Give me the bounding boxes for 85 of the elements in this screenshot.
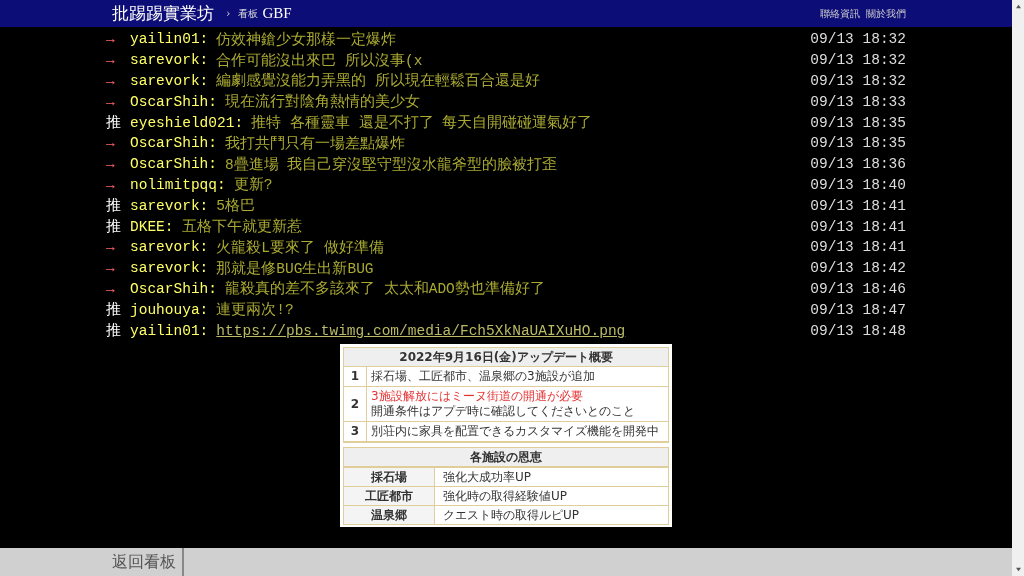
table-cell: 3 (344, 421, 367, 441)
push-user: OscarShih: (130, 280, 217, 297)
table-cell-text: 強化大成功率UP (442, 468, 532, 486)
push-user: sarevork: (130, 197, 209, 214)
push-tag: → (106, 239, 130, 256)
push-content: 合作可能沒出來巴 所以沒事(x (216, 51, 423, 70)
table-cell-text: 別荘内に家具を配置できるカスタマイズ機能を開発中 (371, 423, 659, 439)
push-time: 09/13 18:33 (810, 93, 906, 110)
push-user: sarevork: (130, 260, 209, 277)
push-content: 那就是修BUG生出新BUG (216, 259, 374, 278)
push-time: 09/13 18:32 (810, 31, 906, 48)
table-cell: 2 (344, 386, 367, 421)
push-tag: → (106, 176, 130, 193)
push-content: 五格下午就更新惹 (181, 217, 302, 237)
back-to-board-link[interactable]: 返回看板 (106, 548, 184, 576)
scrollbar[interactable] (1012, 0, 1024, 576)
table-cell: 温泉郷 (344, 505, 435, 524)
push-user: nolimitpqq: (130, 176, 226, 193)
table-cell-text: 3施設解放にはミーヌ街道の開通が必要 (371, 388, 584, 404)
push-user: DKEE: (130, 218, 174, 235)
header-link[interactable]: 關於我們 (866, 6, 906, 21)
table-title: 2022年9月16日(金)アップデート概要 (344, 347, 668, 367)
push-time: 09/13 18:42 (810, 260, 906, 277)
scroll-up-icon[interactable] (1014, 4, 1022, 9)
push-tag: → (106, 156, 130, 173)
push-tag: → (106, 93, 130, 110)
push-content: 5格巴 (216, 197, 256, 216)
push-time: 09/13 18:48 (810, 322, 906, 339)
push-tag: → (106, 31, 130, 48)
push-user: OscarShih: (130, 93, 217, 110)
push-time: 09/13 18:40 (810, 176, 906, 193)
push-tag: 推 (106, 300, 130, 320)
push-tag: → (106, 135, 130, 152)
board-label: 看板 (238, 6, 259, 21)
push-content: 連更兩次!? (216, 301, 294, 320)
push-user: sarevork: (130, 52, 209, 69)
push-time: 09/13 18:32 (810, 73, 906, 89)
push-content: 推特 各種靈車 還是不打了 每天自開碰碰運氣好了 (251, 113, 593, 133)
table-cell: 1 (344, 366, 367, 386)
push-tag: → (106, 260, 130, 277)
push-time: 09/13 18:35 (810, 114, 906, 131)
push-tag: → (106, 73, 130, 89)
breadcrumb-separator: › (226, 7, 231, 20)
push-time: 09/13 18:36 (810, 156, 906, 173)
push-time: 09/13 18:46 (810, 280, 906, 297)
push-tag: 推 (106, 196, 130, 216)
push-tag: 推 (106, 113, 130, 133)
board-link[interactable]: GBF (262, 5, 292, 22)
push-content: 火龍殺L要來了 做好準備 (216, 238, 384, 257)
push-user: eyeshield021: (130, 114, 244, 131)
header-link[interactable]: 聯絡資訊 (820, 6, 860, 21)
push-content: 更新? (233, 175, 273, 195)
push-content: 我打共鬥只有一場差點爆炸 (225, 134, 405, 153)
push-user: yailin01: (130, 322, 209, 339)
push-user: OscarShih: (130, 156, 217, 173)
push-user: jouhouya: (130, 301, 209, 318)
push-time: 09/13 18:35 (810, 135, 906, 152)
push-tag: 推 (106, 321, 130, 341)
push-content: 龍殺真的差不多該來了 太太和ADO勢也準備好了 (225, 279, 545, 299)
scroll-down-icon[interactable] (1014, 567, 1022, 572)
push-tag: → (106, 52, 130, 69)
push-user: yailin01: (130, 31, 209, 48)
push-tag: → (106, 280, 130, 297)
push-user: OscarShih: (130, 135, 217, 152)
push-content: 8疊進場 我自己穿沒堅守型沒水龍斧型的臉被打歪 (225, 155, 558, 174)
push-time: 09/13 18:41 (810, 197, 906, 214)
push-user: sarevork: (130, 239, 209, 256)
table-cell: 採石場 (344, 467, 435, 486)
table-cell-text: 開通条件はアプデ時に確認してくださいとのこと (371, 403, 635, 419)
table-cell-text: 採石場、工匠都市、温泉郷の3施設が追加 (371, 368, 595, 384)
push-link[interactable]: https://pbs.twimg.com/media/Fch5XkNaUAIXuHO.png (216, 322, 626, 339)
table-title: 各施設の恩恵 (344, 447, 668, 467)
push-time: 09/13 18:41 (810, 218, 906, 235)
push-time: 09/13 18:41 (810, 239, 906, 256)
push-content: 編劇感覺沒能力弄黑的 所以現在輕鬆百合還是好 (216, 71, 541, 91)
table-cell: 工匠都市 (344, 486, 435, 505)
push-tag: 推 (106, 217, 130, 237)
push-time: 09/13 18:47 (810, 301, 906, 318)
push-user: sarevork: (130, 73, 209, 89)
site-logo-link[interactable]: 批踢踢實業坊 (112, 2, 214, 25)
table-cell-text: クエスト時の取得ルピUP (442, 506, 580, 524)
push-time: 09/13 18:32 (810, 52, 906, 69)
table-cell-text: 強化時の取得経験値UP (442, 487, 568, 505)
push-content: 仿效神鎗少女那樣一定爆炸 (216, 30, 397, 49)
push-content: 現在流行對陰角熱情的美少女 (225, 92, 420, 112)
